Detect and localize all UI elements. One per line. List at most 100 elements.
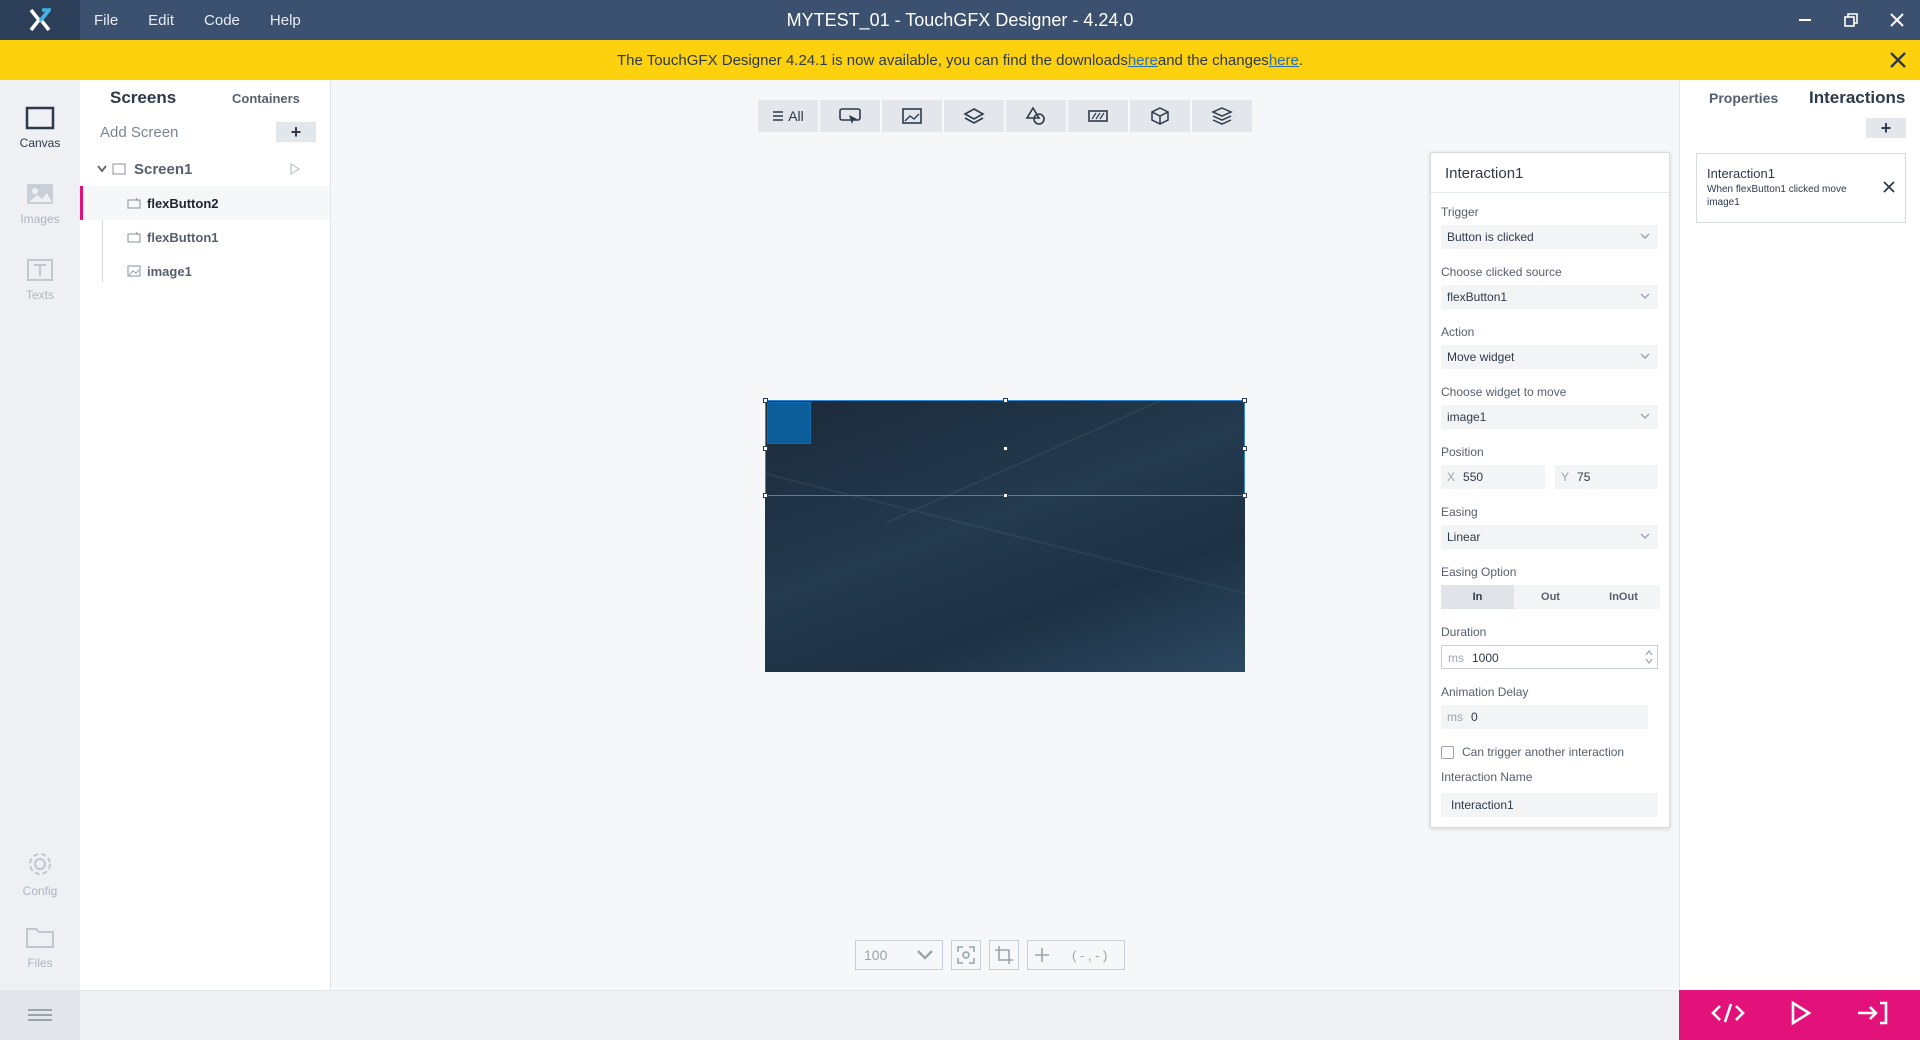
menu-edit[interactable]: Edit bbox=[134, 12, 190, 29]
duration-input[interactable]: ms 1000 bbox=[1441, 645, 1658, 669]
minimize-button[interactable] bbox=[1782, 0, 1828, 40]
tab-interactions[interactable]: Interactions bbox=[1809, 88, 1905, 108]
restore-icon bbox=[1844, 13, 1858, 27]
filter-buttons-button[interactable] bbox=[820, 100, 880, 132]
canvas-flexbutton2-selection[interactable] bbox=[763, 398, 1247, 498]
filter-all-button[interactable]: All bbox=[758, 100, 818, 132]
easing-in-button[interactable]: In bbox=[1441, 585, 1514, 609]
menu-file[interactable]: File bbox=[80, 12, 134, 29]
filter-shapes-button[interactable] bbox=[1006, 100, 1066, 132]
filter-containers-button[interactable] bbox=[944, 100, 1004, 132]
tab-properties[interactable]: Properties bbox=[1709, 90, 1778, 106]
tab-containers[interactable]: Containers bbox=[232, 91, 300, 106]
notice-close-button[interactable] bbox=[1888, 50, 1908, 70]
menu-help[interactable]: Help bbox=[256, 12, 317, 29]
tree-widget-flexbutton2[interactable]: flexButton2 bbox=[80, 186, 330, 220]
gear-icon bbox=[29, 853, 51, 875]
chevron-down-icon bbox=[1640, 533, 1650, 539]
resize-handle[interactable] bbox=[1242, 446, 1247, 451]
resize-handle[interactable] bbox=[1242, 493, 1247, 498]
filter-3d-button[interactable] bbox=[1130, 100, 1190, 132]
layers-icon bbox=[963, 108, 985, 124]
run-target-button[interactable] bbox=[1854, 1000, 1890, 1031]
fit-screen-icon bbox=[957, 946, 975, 964]
interaction-name-input[interactable]: Interaction1 bbox=[1441, 793, 1658, 817]
resize-handle[interactable] bbox=[1003, 493, 1008, 498]
menu-bar: File Edit Code Help bbox=[80, 0, 317, 40]
zoom-select[interactable]: 100 bbox=[855, 940, 943, 970]
easing-out-button[interactable]: Out bbox=[1514, 585, 1587, 609]
easing-inout-button[interactable]: InOut bbox=[1587, 585, 1660, 609]
resize-handle[interactable] bbox=[1242, 398, 1247, 403]
add-screen-button[interactable]: + bbox=[276, 122, 316, 142]
resize-handle[interactable] bbox=[763, 446, 768, 451]
position-y-input[interactable]: Y 75 bbox=[1555, 465, 1658, 489]
menu-code[interactable]: Code bbox=[190, 12, 256, 29]
rail-config[interactable]: Config bbox=[0, 836, 80, 902]
status-bar bbox=[80, 990, 1679, 1040]
source-value: flexButton1 bbox=[1447, 290, 1508, 304]
tree-label-image1: image1 bbox=[147, 263, 192, 279]
action-value: Move widget bbox=[1447, 350, 1515, 364]
properties-panel: Properties Interactions + Interaction1 W… bbox=[1679, 80, 1920, 990]
move-handle[interactable] bbox=[1003, 446, 1008, 451]
delay-input[interactable]: ms 0 bbox=[1441, 705, 1648, 729]
tree-screen1[interactable]: Screen1 bbox=[80, 152, 330, 186]
update-notice: The TouchGFX Designer 4.24.1 is now avai… bbox=[0, 40, 1920, 80]
trigger-select[interactable]: Button is clicked bbox=[1441, 225, 1658, 249]
tab-screens[interactable]: Screens bbox=[110, 88, 176, 108]
delete-interaction-button[interactable] bbox=[1883, 180, 1895, 198]
widget-to-move-select[interactable]: image1 bbox=[1441, 405, 1658, 429]
rail-config-label: Config bbox=[22, 884, 58, 898]
image-icon bbox=[127, 265, 141, 277]
close-icon bbox=[1890, 52, 1906, 68]
crosshair-icon bbox=[1035, 948, 1049, 962]
resize-handle[interactable] bbox=[763, 398, 768, 403]
rail-texts[interactable]: Texts bbox=[0, 244, 80, 310]
position-label: Position bbox=[1441, 445, 1484, 459]
rail-images[interactable]: Images bbox=[0, 168, 80, 234]
interaction-card[interactable]: Interaction1 When flexButton1 clicked mo… bbox=[1696, 153, 1906, 223]
interaction-name-label: Interaction Name bbox=[1441, 770, 1533, 784]
filter-images-button[interactable] bbox=[882, 100, 942, 132]
position-x-input[interactable]: X 550 bbox=[1441, 465, 1545, 489]
filter-miscellaneous-button[interactable] bbox=[1192, 100, 1252, 132]
add-interaction-button[interactable]: + bbox=[1866, 118, 1906, 138]
chain-interaction-row: Can trigger another interaction bbox=[1441, 745, 1624, 759]
crop-button[interactable] bbox=[989, 940, 1019, 970]
changes-link[interactable]: here bbox=[1269, 52, 1299, 69]
source-select[interactable]: flexButton1 bbox=[1441, 285, 1658, 309]
downloads-link[interactable]: here bbox=[1128, 52, 1158, 69]
stack-icon bbox=[1211, 107, 1233, 125]
collapse-menu-button[interactable] bbox=[0, 990, 80, 1040]
screen-icon bbox=[112, 163, 126, 175]
zoom-fit-button[interactable] bbox=[951, 940, 981, 970]
chain-interaction-checkbox[interactable] bbox=[1441, 745, 1454, 759]
easing-select[interactable]: Linear bbox=[1441, 525, 1658, 549]
spinner-icon[interactable] bbox=[1645, 649, 1653, 665]
delay-value: 0 bbox=[1471, 710, 1478, 724]
filter-progress-button[interactable] bbox=[1068, 100, 1128, 132]
code-icon bbox=[1710, 1003, 1745, 1022]
resize-handle[interactable] bbox=[1003, 398, 1008, 403]
run-simulator-button[interactable] bbox=[1787, 1000, 1813, 1031]
action-label: Action bbox=[1441, 325, 1475, 339]
generate-code-button[interactable] bbox=[1710, 1001, 1746, 1030]
rail-files[interactable]: Files bbox=[0, 910, 80, 976]
chain-interaction-label: Can trigger another interaction bbox=[1462, 745, 1625, 759]
restore-button[interactable] bbox=[1828, 0, 1874, 40]
rail-canvas[interactable]: Canvas bbox=[0, 92, 80, 158]
action-select[interactable]: Move widget bbox=[1441, 345, 1658, 369]
easing-value: Linear bbox=[1447, 530, 1481, 544]
play-icon[interactable] bbox=[289, 163, 301, 175]
close-icon bbox=[1890, 13, 1904, 27]
notice-text-before: The TouchGFX Designer 4.24.1 is now avai… bbox=[616, 51, 1128, 69]
duration-value: 1000 bbox=[1472, 651, 1499, 665]
tree-widget-flexbutton1[interactable]: flexButton1 bbox=[80, 220, 330, 254]
tree-widget-image1[interactable]: image1 bbox=[80, 254, 330, 288]
resize-handle[interactable] bbox=[763, 493, 768, 498]
interaction-card-name: Interaction1 bbox=[1707, 166, 1775, 181]
close-window-button[interactable] bbox=[1874, 0, 1920, 40]
zoom-bar: 100 ( - , - ) bbox=[855, 940, 1125, 970]
zoom-level: 100 bbox=[864, 947, 888, 963]
